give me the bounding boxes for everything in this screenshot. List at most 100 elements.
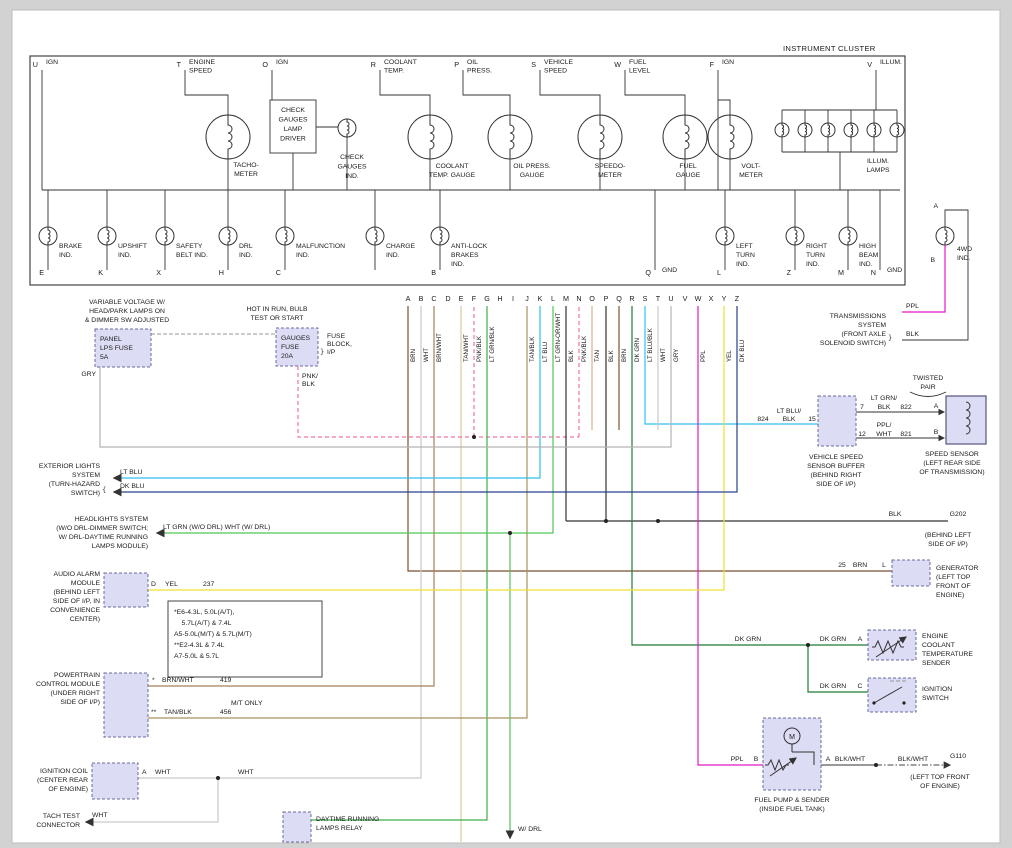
indicator-pin-letter: Z xyxy=(787,268,792,277)
pin-letter: O xyxy=(262,60,268,69)
vssb-b-wire: PPL/ xyxy=(877,422,892,429)
vssb-in-ckt: 824 xyxy=(757,416,769,423)
pin-label: IGN xyxy=(722,59,734,66)
pump-wire-out2: BLK/WHT xyxy=(898,756,928,763)
headlights-wire-label: LT GRN (W/O DRL) WHT (W/ DRL) xyxy=(163,524,270,531)
connector-wire-label: LT BLU xyxy=(542,342,549,362)
trans-blk-label: BLK xyxy=(906,331,919,338)
pin-label: IGN xyxy=(46,59,58,66)
connector-wire-label: LT GRN-OR/WHT xyxy=(555,313,562,362)
connector-wire-label: TAN xyxy=(594,350,601,362)
vssb-a-wire2: BLK xyxy=(878,404,891,411)
connector-wire-label: YEL xyxy=(726,350,733,362)
trans-ppl-label: PPL xyxy=(906,303,919,310)
g202-wire-label: BLK xyxy=(889,511,902,518)
connector-wire-label: WHT xyxy=(660,348,667,362)
indicator-pin-letter: H xyxy=(219,268,224,277)
vssb-a-term: A xyxy=(934,403,939,410)
connector-pin-letter: E xyxy=(459,294,464,303)
coil-pin: A xyxy=(142,769,147,776)
pin-letter: R xyxy=(371,60,376,69)
audio-alarm-box xyxy=(104,573,148,607)
connector-wire-label: PNK/BLK xyxy=(476,335,483,362)
pump-wire-out: BLK/WHT xyxy=(835,756,865,763)
indicator-pin-letter: N xyxy=(871,268,876,277)
connector-pin-letter: T xyxy=(656,294,661,303)
pcm-wire2: TAN/BLK xyxy=(164,709,192,716)
indicator-pin-letter: L xyxy=(717,268,721,277)
audio-pin: D xyxy=(151,581,156,588)
pcm-pin2: ** xyxy=(151,709,157,716)
indicator-pin-letter: M xyxy=(838,268,844,277)
pump-pin-b: B xyxy=(754,756,759,763)
indicator-pin-letter: K xyxy=(98,268,103,277)
audio-wire: YEL xyxy=(165,581,178,588)
connector-pin-letter: Q xyxy=(616,294,622,303)
page: INSTRUMENT CLUSTER TACHO-METER CHECKGAUG… xyxy=(0,0,1012,848)
pcm-box xyxy=(104,673,148,737)
connector-pin-letter: P xyxy=(604,294,609,303)
connector-pin-letter: M xyxy=(563,294,569,303)
vssb-in-pin: 15 xyxy=(808,416,816,423)
connector-pin-letter: S xyxy=(643,294,648,303)
connector-wire-label: BLK xyxy=(568,349,575,362)
connector-wire-label: DK BLU xyxy=(739,340,746,362)
generator-ckt: 25 xyxy=(838,562,846,569)
connector-pin-letter: V xyxy=(683,294,688,303)
gry-label: GRY xyxy=(81,371,96,378)
variable-voltage-note: VARIABLE VOLTAGE W/HEAD/PARK LAMPS ON& D… xyxy=(85,299,169,324)
connector-pin-V: V xyxy=(683,294,688,303)
cluster-title: INSTRUMENT CLUSTER xyxy=(783,44,876,53)
generator-pin: L xyxy=(882,562,886,569)
connector-pin-letter: J xyxy=(525,294,529,303)
pin-label: ILLUM. xyxy=(880,59,902,66)
connector-wire-label: TAN/BLK xyxy=(529,336,536,362)
connector-pin-letter: K xyxy=(538,294,543,303)
generator-wire: BRN xyxy=(853,562,867,569)
connector-wire-label: WHT xyxy=(423,348,430,362)
speed-sensor-box xyxy=(946,396,986,444)
vssb-a-pin: 7 xyxy=(860,404,864,411)
connector-pin-letter: X xyxy=(709,294,714,303)
temp-pin: A xyxy=(858,636,863,643)
g202-label: G202 xyxy=(950,511,967,518)
awd-pin-a: A xyxy=(933,203,938,210)
connector-pin-letter: Z xyxy=(735,294,740,303)
pump-pin-a: A xyxy=(826,756,831,763)
connector-wire-label: BRN/WHT xyxy=(436,333,443,362)
vssb-b-wire2: WHT xyxy=(876,431,891,438)
gnd-label: GND xyxy=(662,267,677,274)
connector-pin-letter: I xyxy=(512,294,514,303)
awd-pin-b: B xyxy=(930,257,935,264)
pin-letter: V xyxy=(867,60,872,69)
connector-wire-label: BRN xyxy=(410,349,417,362)
vssb-a-ckt: 822 xyxy=(900,404,912,411)
connector-pin-letter: O xyxy=(589,294,595,303)
tach-test-wire: WHT xyxy=(92,812,107,819)
pin-label: IGN xyxy=(276,59,288,66)
coil-wire2: WHT xyxy=(238,769,253,776)
temp-wire2: DK GRN xyxy=(820,636,847,643)
connector-pin-letter: A xyxy=(406,294,411,303)
dkblu-label: DK BLU xyxy=(120,483,145,490)
coil-wire: WHT xyxy=(155,769,170,776)
mt-only-label: M/T ONLY xyxy=(231,700,263,707)
connector-wire-label: TAN/WHT xyxy=(463,334,470,362)
indicator-pin-letter: Q xyxy=(645,268,651,277)
generator-box xyxy=(892,560,930,586)
connector-pin-letter: D xyxy=(445,294,450,303)
connector-pin-letter: R xyxy=(629,294,634,303)
vssb-b-term: B xyxy=(934,429,939,436)
pcm-ckt2: 456 xyxy=(220,709,232,716)
connector-wire-label: BLK xyxy=(608,349,615,362)
fuel-pump-box xyxy=(763,718,821,790)
gnd-label: GND xyxy=(887,267,902,274)
connector-pin-X: X xyxy=(709,294,714,303)
g110-label: G110 xyxy=(950,753,966,760)
speed-sensor-label: SPEED SENSOR(LEFT REAR SIDEOF TRANSMISSI… xyxy=(919,451,984,476)
fuse-block-brace: } xyxy=(320,348,324,356)
ignition-coil-box xyxy=(92,763,138,799)
wiring-diagram: INSTRUMENT CLUSTER TACHO-METER CHECKGAUG… xyxy=(0,0,1012,848)
indicator-pin-letter: C xyxy=(276,268,281,277)
indicator-pin-letter: E xyxy=(39,268,44,277)
